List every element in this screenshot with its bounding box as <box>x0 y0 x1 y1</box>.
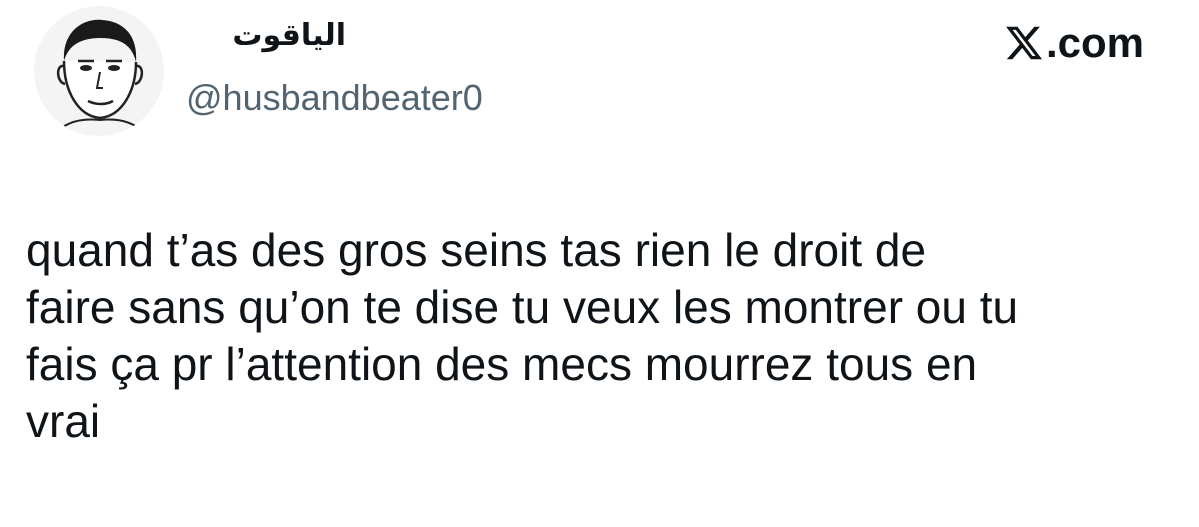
author-display-name[interactable]: الياقوت <box>186 16 346 56</box>
author-avatar[interactable] <box>34 6 164 136</box>
brand-domain-label: .com <box>1045 19 1144 66</box>
tweet-card: الياقوت @husbandbeater0 .com quand t’as … <box>0 0 1199 527</box>
author-handle[interactable]: @husbandbeater0 <box>186 76 483 120</box>
avatar-face-icon <box>34 6 164 136</box>
tweet-body-text: quand t’as des gros seins tas rien le dr… <box>26 224 1019 447</box>
x-brand-watermark: .com <box>1004 18 1144 68</box>
x-logo-icon <box>1006 26 1043 60</box>
